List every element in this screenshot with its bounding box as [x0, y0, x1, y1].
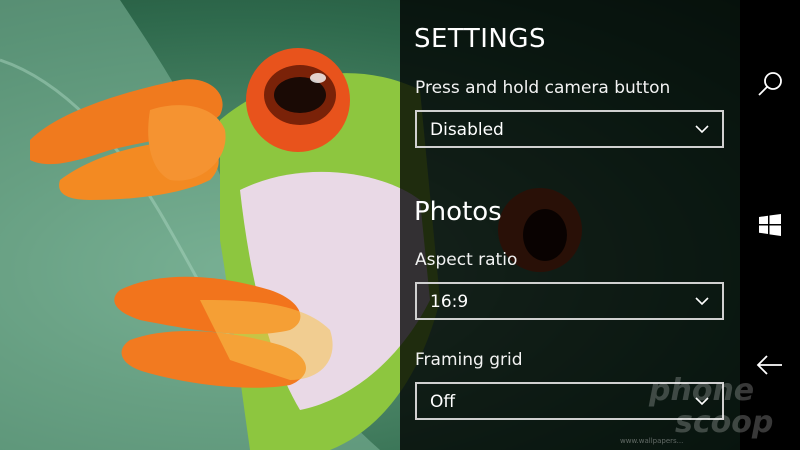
aspect-ratio-label: Aspect ratio: [415, 250, 518, 270]
aspect-ratio-value: 16:9: [430, 292, 469, 312]
camera-button-label: Press and hold camera button: [415, 78, 671, 98]
chevron-down-icon: [695, 397, 709, 406]
framing-grid-dropdown[interactable]: Off: [415, 382, 724, 420]
back-icon[interactable]: [754, 349, 786, 381]
camera-button-value: Disabled: [430, 120, 504, 140]
chevron-down-icon: [695, 125, 709, 134]
system-nav-bar: [740, 0, 800, 450]
framing-grid-value: Off: [430, 392, 456, 412]
settings-title: SETTINGS: [414, 24, 547, 54]
wallpaper-credit: www.wallpapers...: [620, 437, 684, 445]
photos-section-title: Photos: [414, 197, 502, 227]
chevron-down-icon: [695, 297, 709, 306]
aspect-ratio-dropdown[interactable]: 16:9: [415, 282, 724, 320]
camera-button-dropdown[interactable]: Disabled: [415, 110, 724, 148]
windows-start-icon[interactable]: [754, 209, 786, 241]
search-icon[interactable]: [754, 68, 786, 100]
settings-panel: SETTINGS Press and hold camera button Di…: [400, 0, 740, 450]
framing-grid-label: Framing grid: [415, 350, 523, 370]
